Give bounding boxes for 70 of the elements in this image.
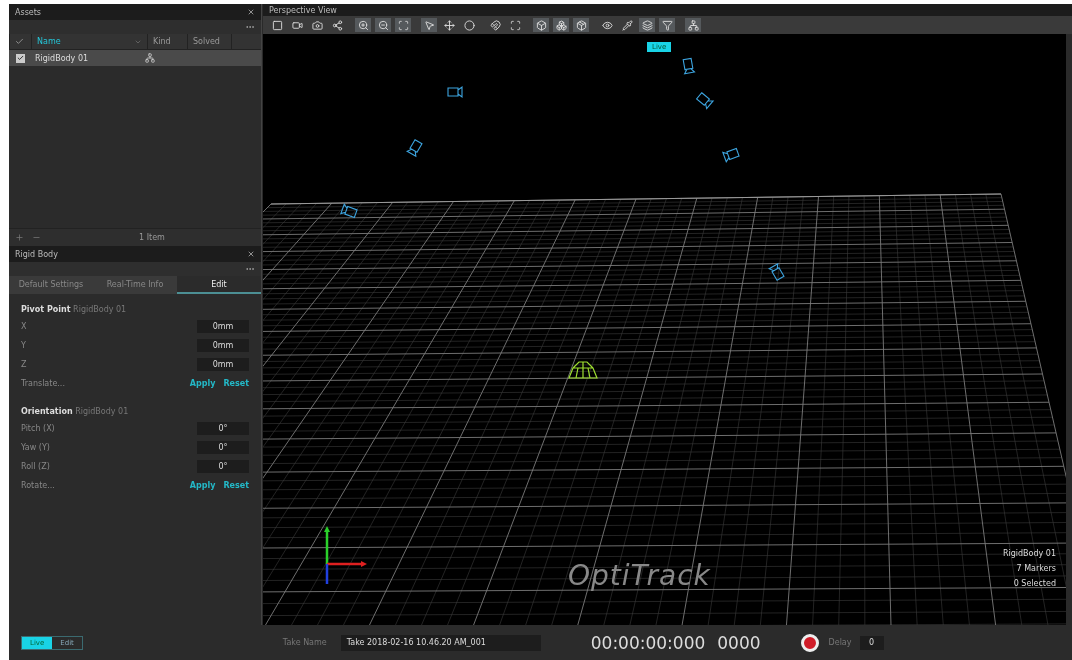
asset-name: RigidBody 01 [35, 53, 90, 63]
axis-drawing [324, 526, 367, 584]
boxes-button[interactable] [553, 18, 569, 32]
package-button[interactable] [573, 18, 589, 32]
camera-icon[interactable] [339, 203, 358, 218]
field-label: Pitch (X) [21, 424, 55, 433]
box-button[interactable] [533, 18, 549, 32]
column-header[interactable]: Kind [147, 34, 187, 49]
magnet-button[interactable] [487, 18, 503, 32]
action-label: Translate... [21, 379, 65, 388]
layers-button[interactable] [639, 18, 655, 32]
close-icon[interactable] [247, 250, 255, 258]
camera-icon[interactable] [682, 57, 696, 75]
value-field[interactable]: 0° [197, 422, 249, 435]
zoom-in-button[interactable] [355, 18, 371, 32]
field-label: X [21, 322, 27, 331]
check-icon[interactable] [15, 37, 24, 46]
action-button[interactable]: Reset [223, 379, 249, 388]
info-text: 0 Selected [1013, 579, 1056, 588]
zoom-out-button[interactable] [375, 18, 391, 32]
action-label: Rotate... [21, 481, 55, 490]
field-label: Yaw (Y) [21, 443, 50, 452]
take-name-label: Take Name [282, 638, 327, 647]
rigid-body-icon [145, 53, 155, 63]
action-button[interactable]: Apply [189, 481, 216, 490]
value-field[interactable]: 0mm [197, 339, 249, 352]
info-text: RigidBody 01 [1002, 549, 1056, 558]
value-field[interactable]: 0° [197, 441, 249, 454]
camera-icon[interactable] [447, 85, 463, 99]
take-name-field[interactable]: Take 2018-02-16 10.46.20 AM_001 [340, 634, 541, 651]
info-text: 7 Markers [1016, 564, 1056, 573]
pipette-button[interactable] [619, 18, 635, 32]
pointer-button[interactable] [421, 18, 437, 32]
frame-counter: 0000 [717, 632, 761, 653]
filter-button[interactable] [659, 18, 675, 32]
logo: OptiTrack [568, 559, 711, 592]
field-label: Z [21, 360, 27, 369]
scan-button[interactable] [395, 18, 411, 32]
close-icon[interactable] [247, 8, 255, 16]
field-label: Roll (Z) [21, 462, 50, 471]
rigid-body-drawing [568, 361, 598, 379]
delay-label: Delay [828, 638, 852, 647]
move-button[interactable] [441, 18, 457, 32]
column-header[interactable]: Name [31, 34, 147, 49]
tab[interactable]: Edit [177, 276, 261, 294]
circle-button[interactable] [461, 18, 477, 32]
section-title: Pivot Point RigidBody 01 [21, 303, 128, 316]
panel-title: Rigid Body [15, 249, 58, 259]
camera-icon[interactable] [696, 92, 715, 110]
item-count: 1 Item [139, 233, 165, 242]
value-field[interactable]: 0mm [197, 320, 249, 333]
panel-title: Perspective View [269, 5, 337, 15]
camera-button[interactable] [309, 18, 325, 32]
network-button[interactable] [685, 18, 701, 32]
record-button[interactable] [800, 633, 819, 652]
action-button[interactable]: Apply [189, 379, 216, 388]
camera-icon[interactable] [767, 262, 785, 281]
value-field[interactable]: 0° [197, 460, 249, 473]
field-label: Y [21, 341, 26, 350]
camera-icon[interactable] [405, 139, 423, 158]
delay-field[interactable]: 0 [859, 635, 884, 650]
checkbox[interactable] [16, 53, 25, 63]
timecode: 00:00:00:000 [590, 632, 706, 653]
panel-title: Assets [15, 7, 42, 17]
action-button[interactable]: Reset [223, 481, 249, 490]
camera-icon[interactable] [721, 148, 740, 163]
value-field[interactable]: 0mm [197, 358, 249, 371]
asset-row[interactable]: RigidBody 01 [9, 50, 261, 66]
column-header[interactable]: Solved [187, 34, 231, 49]
section-title: Orientation RigidBody 01 [21, 405, 130, 418]
